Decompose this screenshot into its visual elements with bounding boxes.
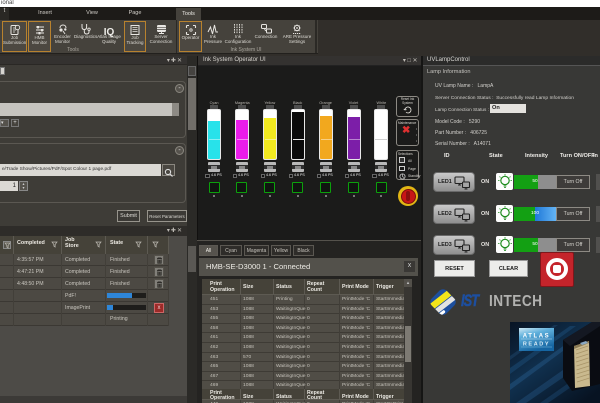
svg-text:READY: READY: [523, 342, 550, 348]
svg-text:ATLAS: ATLAS: [523, 334, 551, 340]
